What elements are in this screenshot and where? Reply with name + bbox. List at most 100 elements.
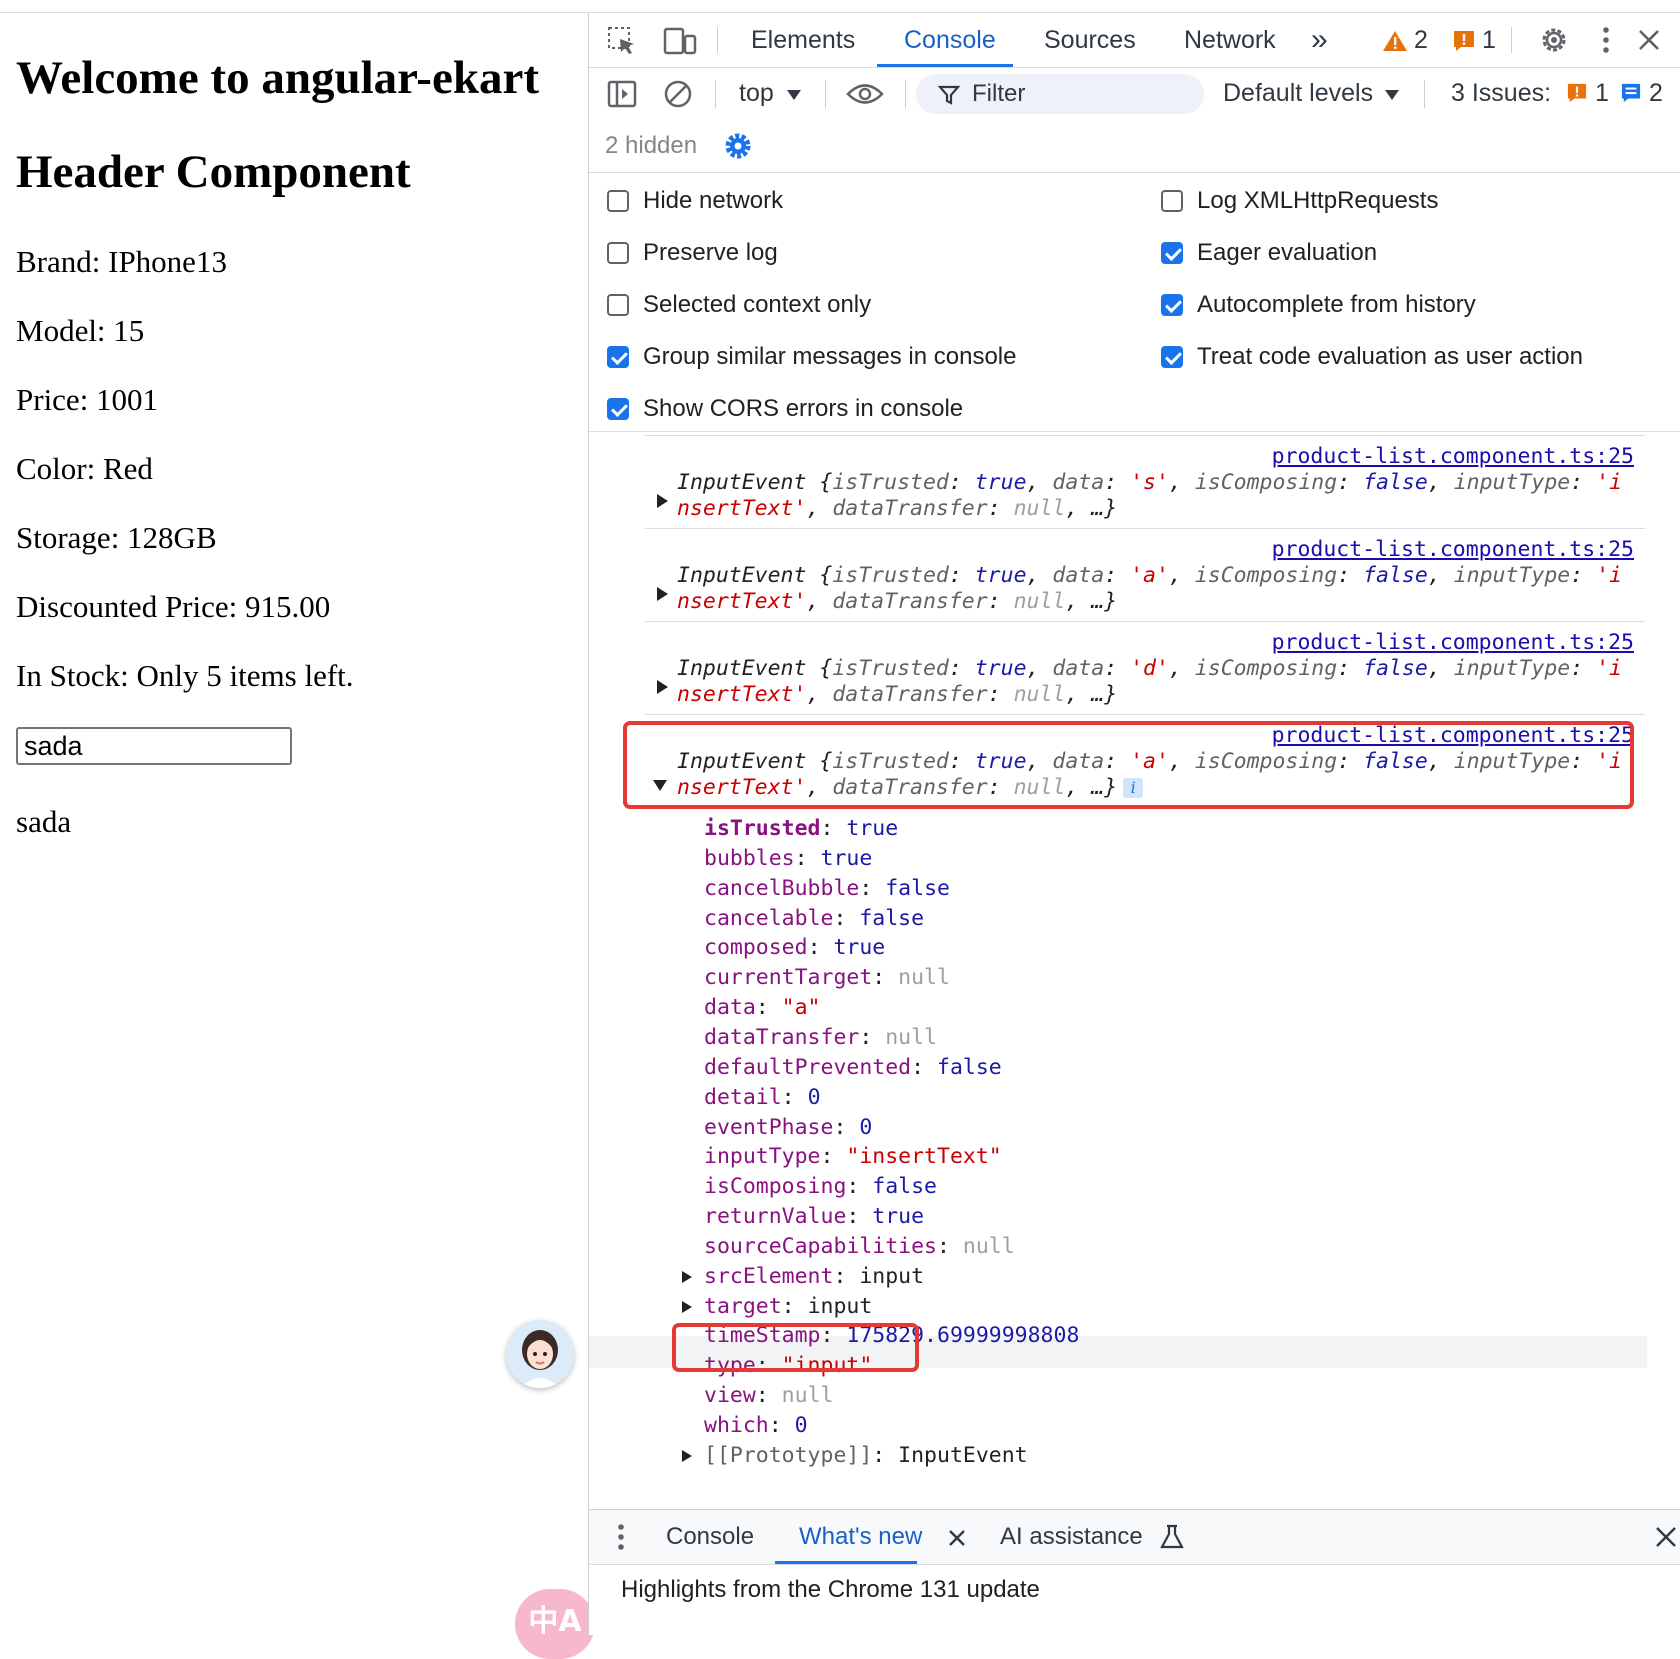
property-key: sourceCapabilities (704, 1233, 937, 1259)
selected-context-label: Selected context only (643, 291, 872, 318)
property-row: cancelBubble: false (704, 875, 950, 901)
property-key: isTrusted (704, 816, 821, 841)
close-devtools-icon[interactable] (1637, 28, 1661, 52)
browser-top-strip (0, 0, 1680, 13)
expand-triangle-icon[interactable] (657, 587, 668, 601)
errors-count[interactable]: 1 (1482, 13, 1496, 67)
discounted-price-text: Discounted Price: 915.00 (16, 589, 331, 624)
console-message[interactable]: InputEvent {isTrusted: true, data: 'a', … (677, 563, 1622, 588)
inspect-element-icon[interactable] (607, 26, 637, 56)
log-xhr-checkbox[interactable] (1161, 190, 1183, 212)
property-value: 0 (794, 1413, 808, 1438)
source-link[interactable]: product-list.component.ts:25 (1272, 444, 1634, 469)
console-message[interactable]: InputEvent {isTrusted: true, data: 's', … (677, 470, 1622, 495)
filter-input[interactable]: Filter (916, 74, 1204, 114)
header-component-title: Header Component (16, 146, 411, 198)
property-row[interactable]: srcElement: input (682, 1264, 924, 1289)
cors-errors-label: Show CORS errors in console (643, 395, 964, 422)
storage-text: Storage: 128GB (16, 520, 217, 555)
property-row: cancelable: false (704, 905, 925, 931)
tab-sources[interactable]: Sources (1044, 13, 1136, 67)
property-key: bubbles (704, 845, 795, 871)
drawer-tabbar: Console What's new AI assistance (589, 1510, 1680, 1565)
issues-info-count[interactable]: 2 (1649, 67, 1663, 119)
warning-icon[interactable] (1382, 30, 1408, 52)
drawer-menu-icon[interactable] (616, 1522, 626, 1552)
warnings-count[interactable]: 2 (1414, 13, 1428, 67)
property-row[interactable]: target: input (682, 1294, 872, 1319)
hidden-messages-row: 2 hidden (589, 120, 1680, 173)
close-tab-icon[interactable] (948, 1529, 966, 1547)
property-value: null (898, 965, 950, 991)
live-expression-eye-icon[interactable] (846, 81, 884, 107)
expand-triangle-icon[interactable] (682, 1449, 692, 1462)
translate-button[interactable]: 中A (515, 1589, 595, 1659)
property-value: InputEvent (898, 1442, 1028, 1468)
drawer-active-indicator (775, 1561, 917, 1564)
property-value: null (781, 1383, 834, 1409)
hide-network-checkbox[interactable] (607, 190, 629, 212)
devtools-panel: Elements Console Sources Network » 2 1 t… (588, 13, 1680, 1635)
assistant-avatar[interactable] (506, 1320, 574, 1388)
group-similar-checkbox[interactable] (607, 346, 629, 368)
group-similar-label: Group similar messages in console (643, 343, 1017, 370)
more-tabs-icon[interactable]: » (1311, 13, 1328, 67)
autocomplete-history-label: Autocomplete from history (1197, 291, 1476, 318)
expand-triangle-icon[interactable] (682, 1270, 692, 1283)
property-row: defaultPrevented: false (704, 1054, 1002, 1080)
property-row: returnValue: true (704, 1204, 925, 1230)
brand-text: Brand: IPhone13 (16, 244, 227, 279)
drawer-tab-console[interactable]: Console (666, 1510, 754, 1564)
error-icon[interactable] (1453, 30, 1475, 52)
console-message-cont: nsertText', dataTransfer: null, …} (677, 589, 1118, 614)
property-row: isComposing: false (704, 1174, 938, 1200)
issues-error-count[interactable]: 1 (1595, 67, 1609, 119)
hidden-count: 2 hidden (605, 132, 698, 159)
property-value: false (859, 905, 925, 931)
property-key: eventPhase (704, 1114, 834, 1140)
tab-network[interactable]: Network (1184, 13, 1276, 67)
log-levels-dropdown[interactable]: Default levels (1223, 67, 1373, 119)
selected-context-checkbox[interactable] (607, 294, 629, 316)
property-value: "a" (781, 995, 821, 1021)
price-text: Price: 1001 (16, 382, 159, 417)
property-value: 0 (807, 1084, 821, 1110)
eager-evaluation-checkbox[interactable] (1161, 242, 1183, 264)
tab-console[interactable]: Console (904, 13, 996, 67)
property-key: data (704, 995, 756, 1021)
close-drawer-icon[interactable] (1655, 1526, 1677, 1548)
drawer-tab-ai-assistance[interactable]: AI assistance (1000, 1510, 1143, 1564)
expand-triangle-icon[interactable] (682, 1300, 692, 1313)
page-title: Welcome to angular-ekart (16, 52, 539, 104)
console-message[interactable]: InputEvent {isTrusted: true, data: 'd', … (677, 656, 1622, 681)
preserve-log-checkbox[interactable] (607, 242, 629, 264)
clear-console-icon[interactable] (663, 79, 693, 109)
settings-gear-icon[interactable] (1539, 25, 1569, 55)
expand-triangle-icon[interactable] (657, 494, 668, 508)
drawer-tab-whats-new[interactable]: What's new (799, 1510, 922, 1564)
cors-errors-checkbox[interactable] (607, 398, 629, 420)
treat-code-eval-checkbox[interactable] (1161, 346, 1183, 368)
property-row: which: 0 (704, 1413, 808, 1438)
property-value: null (885, 1024, 938, 1050)
source-link[interactable]: product-list.component.ts:25 (1272, 630, 1634, 655)
filter-funnel-icon (938, 85, 960, 105)
product-search-input[interactable] (16, 727, 292, 765)
context-selector[interactable]: top (739, 67, 774, 119)
property-row: data: "a" (704, 995, 821, 1021)
color-text: Color: Red (16, 451, 153, 486)
console-settings-gear-icon[interactable] (723, 131, 753, 161)
source-link[interactable]: product-list.component.ts:25 (1272, 537, 1634, 562)
property-row[interactable]: [[Prototype]]: InputEvent (682, 1442, 1028, 1468)
device-toolbar-icon[interactable] (663, 26, 697, 56)
property-row: currentTarget: null (704, 965, 950, 991)
issues-label[interactable]: 3 Issues: (1451, 67, 1551, 119)
autocomplete-history-checkbox[interactable] (1161, 294, 1183, 316)
property-key: inputType (704, 1144, 821, 1170)
devtools-drawer: Console What's new AI assistance Highlig… (589, 1509, 1680, 1635)
more-options-icon[interactable] (1601, 25, 1611, 55)
sidebar-toggle-icon[interactable] (607, 79, 637, 109)
expand-triangle-icon[interactable] (657, 680, 668, 694)
levels-chevron-down-icon (1385, 90, 1399, 100)
tab-elements[interactable]: Elements (751, 13, 855, 67)
